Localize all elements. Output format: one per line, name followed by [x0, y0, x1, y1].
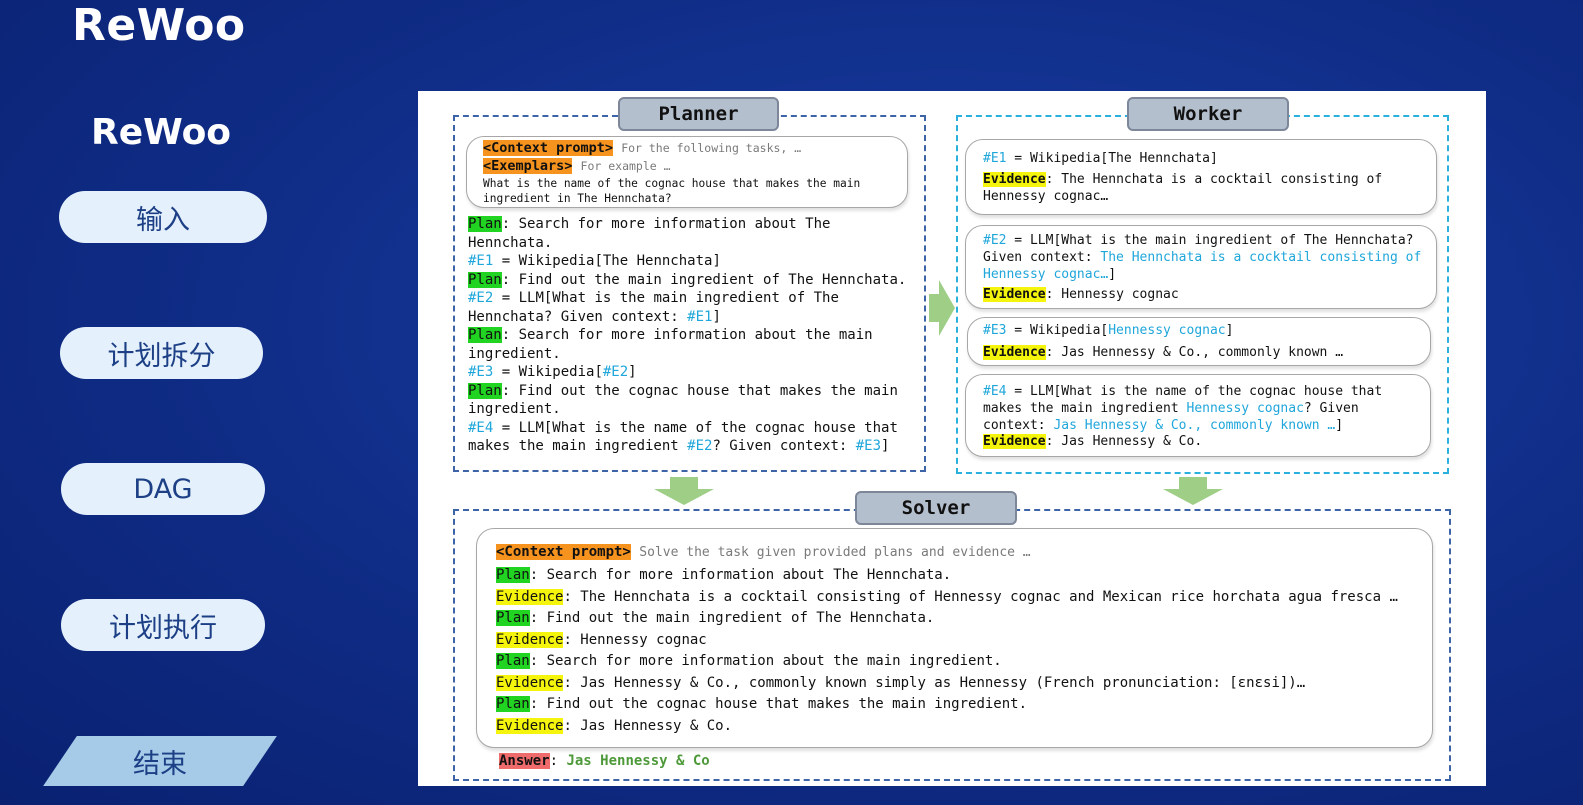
worker-step-e1: #E1 = Wikipedia[The Hennchata] Evidence:… — [965, 139, 1437, 215]
exemplars-line: <Exemplars> For example … — [483, 158, 671, 174]
nav-item-input[interactable]: 输入 — [59, 191, 267, 243]
solver-header: Solver — [855, 491, 1017, 525]
exemplars-tag: <Exemplars> — [483, 158, 573, 174]
solver-answer: Answer: Jas Hennessy & Co — [499, 753, 710, 769]
arrow-down-icon — [654, 477, 714, 505]
sidebar-title: ReWoo — [91, 112, 232, 153]
planner-header: Planner — [618, 97, 779, 131]
question-line-1: What is the name of the cognac house tha… — [483, 177, 861, 190]
worker-step-e3: #E3 = Wikipedia[Hennessy cognac] Evidenc… — [967, 317, 1431, 366]
nav-item-end[interactable]: 结束 — [60, 736, 260, 786]
worker-step-e2: #E2 = LLM[What is the main ingredient of… — [965, 225, 1437, 309]
page-title: ReWoo — [72, 0, 246, 51]
nav-item-plan-split[interactable]: 计划拆分 — [60, 327, 263, 379]
question-line-2: ingredient in The Hennchata? — [483, 192, 672, 205]
nav-item-plan-execute[interactable]: 计划执行 — [61, 599, 265, 651]
answer-value: Jas Hennessy & Co — [566, 753, 710, 769]
solver-prompt-box: <Context prompt> Solve the task given pr… — [476, 528, 1433, 748]
answer-tag: Answer — [499, 753, 550, 769]
nav-item-dag[interactable]: DAG — [61, 463, 265, 515]
context-prompt-tag: <Context prompt> — [483, 140, 614, 156]
arrow-down-icon — [1163, 477, 1223, 505]
context-prompt-line: <Context prompt> For the following tasks… — [483, 140, 802, 156]
worker-header: Worker — [1127, 97, 1289, 131]
planner-prompt-box: <Context prompt> For the following tasks… — [466, 136, 908, 208]
worker-step-e4: #E4 = LLM[What is the name of the cognac… — [965, 374, 1431, 457]
arrow-right-icon — [929, 280, 955, 336]
rewoo-diagram: Planner <Context prompt> For the followi… — [418, 91, 1486, 786]
